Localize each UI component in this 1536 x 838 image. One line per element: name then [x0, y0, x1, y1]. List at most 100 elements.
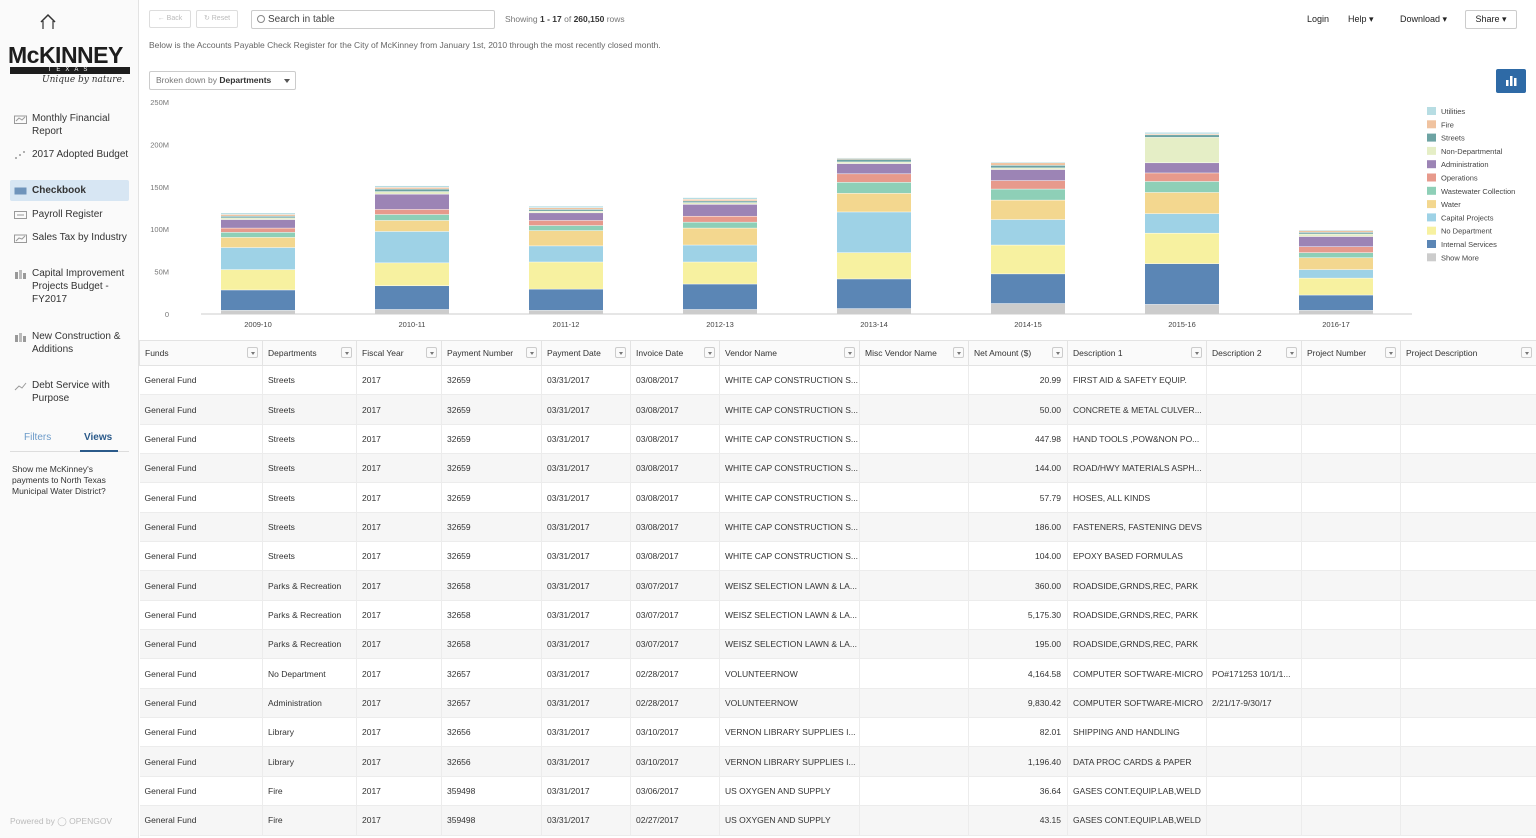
legend-label[interactable]: Show More	[1441, 253, 1479, 262]
legend-label[interactable]: Administration	[1441, 160, 1489, 169]
chart-toggle-button[interactable]	[1496, 69, 1526, 93]
bar-segment	[1145, 163, 1219, 173]
filter-dropdown-icon[interactable]	[1052, 347, 1063, 358]
search-input[interactable]: Search in table	[251, 10, 495, 29]
column-header[interactable]: Payment Number	[441, 340, 542, 366]
sidebar-item-checkbook[interactable]: Checkbook	[10, 180, 129, 201]
filter-dropdown-icon[interactable]	[341, 347, 352, 358]
column-header[interactable]: Description 1	[1067, 340, 1207, 366]
table-row[interactable]: General Fund Parks & Recreation 2017 32658 0…	[139, 570, 1536, 601]
table-row[interactable]: General Fund Administration 2017 32657 03/31…	[139, 688, 1536, 719]
filter-dropdown-icon[interactable]	[844, 347, 855, 358]
sidebar-item-2017-adopted-budget[interactable]: 2017 Adopted Budget	[10, 148, 129, 161]
table-cell: 32657	[441, 688, 542, 719]
table-cell	[859, 482, 969, 513]
column-header[interactable]: Payment Date	[541, 340, 631, 366]
filter-dropdown-icon[interactable]	[526, 347, 537, 358]
filter-dropdown-icon[interactable]	[247, 347, 258, 358]
tab-filters[interactable]: Filters	[24, 432, 51, 443]
table-row[interactable]: General Fund Library 2017 32656 03/31/2017 03…	[139, 717, 1536, 748]
column-header[interactable]: Misc Vendor Name	[859, 340, 969, 366]
column-header[interactable]: Project Number	[1301, 340, 1401, 366]
bar-segment	[375, 189, 449, 192]
bar-segment	[1299, 310, 1373, 314]
table-row[interactable]: General Fund Streets 2017 32659 03/31/2017 03…	[139, 424, 1536, 455]
mckinney-logo[interactable]: McKINNEY TEXAS Unique by nature.	[8, 12, 132, 88]
saved-view-link[interactable]: Show me McKinney's payments to North Tex…	[12, 464, 130, 497]
back-button[interactable]: ← Back	[149, 10, 191, 28]
reset-button[interactable]: ↻ Reset	[196, 10, 238, 28]
bar-segment	[375, 209, 449, 215]
column-header[interactable]: Project Description	[1400, 340, 1536, 366]
table-cell	[1400, 688, 1536, 719]
table-row[interactable]: General Fund Fire 2017 359498 03/31/2017 02/2…	[139, 805, 1536, 836]
column-header[interactable]: Net Amount ($)	[968, 340, 1068, 366]
table-row[interactable]: General Fund Streets 2017 32659 03/31/2017 03…	[139, 365, 1536, 396]
filter-dropdown-icon[interactable]	[615, 347, 626, 358]
legend-label[interactable]: Internal Services	[1441, 240, 1497, 249]
sidebar-item-payroll-register[interactable]: Payroll Register	[10, 208, 129, 221]
legend-label[interactable]: Operations	[1441, 174, 1478, 183]
sidebar-item-debt-service[interactable]: Debt Service with Purpose	[10, 379, 129, 405]
filter-dropdown-icon[interactable]	[1286, 347, 1297, 358]
legend-label[interactable]: No Department	[1441, 227, 1493, 236]
legend-label[interactable]: Utilities	[1441, 107, 1465, 116]
column-header[interactable]: Description 2	[1206, 340, 1302, 366]
column-header[interactable]: Funds	[139, 340, 263, 366]
sidebar-item-new-construction[interactable]: New Construction & Additions	[10, 330, 129, 356]
table-row[interactable]: General Fund Streets 2017 32659 03/31/2017 03…	[139, 394, 1536, 425]
sidebar-item-monthly-financial-report[interactable]: Monthly Financial Report	[10, 112, 129, 138]
table-cell: 2017	[356, 746, 442, 777]
download-menu[interactable]: Download ▾	[1400, 14, 1447, 25]
table-cell: 03/31/2017	[541, 541, 631, 572]
table-row[interactable]: General Fund Fire 2017 359498 03/31/2017 03/0…	[139, 776, 1536, 807]
table-cell: 2/21/17-9/30/17	[1206, 688, 1302, 719]
table-row[interactable]: General Fund Library 2017 32656 03/31/2017 03…	[139, 746, 1536, 777]
table-cell	[1400, 600, 1536, 631]
breakdown-dropdown[interactable]: Broken down by Departments	[149, 71, 296, 90]
table-cell	[859, 629, 969, 660]
bar-segment	[1145, 132, 1219, 134]
legend-label[interactable]: Fire	[1441, 120, 1454, 129]
powered-by-opengov[interactable]: Powered by ◯ OPENGOV	[10, 816, 112, 827]
tab-views[interactable]: Views	[84, 432, 112, 443]
table-cell: General Fund	[139, 541, 263, 572]
sidebar-item-capital-improvement[interactable]: Capital Improvement Projects Budget - FY…	[10, 267, 129, 306]
table-row[interactable]: General Fund Streets 2017 32659 03/31/2017 03…	[139, 512, 1536, 543]
legend-label[interactable]: Capital Projects	[1441, 213, 1494, 222]
table-cell: 03/08/2017	[630, 365, 720, 396]
bar-segment	[529, 208, 603, 210]
filter-dropdown-icon[interactable]	[953, 347, 964, 358]
y-tick-label: 50M	[154, 268, 169, 277]
bar-segment	[683, 204, 757, 216]
legend-label[interactable]: Streets	[1441, 134, 1465, 143]
chart-icon	[14, 234, 27, 243]
column-header[interactable]: Vendor Name	[719, 340, 860, 366]
filter-dropdown-icon[interactable]	[1191, 347, 1202, 358]
filter-dropdown-icon[interactable]	[1521, 347, 1532, 358]
table-row[interactable]: General Fund Streets 2017 32659 03/31/2017 03…	[139, 541, 1536, 572]
share-button[interactable]: Share ▾	[1465, 10, 1517, 29]
column-header[interactable]: Departments	[262, 340, 357, 366]
table-row[interactable]: General Fund Streets 2017 32659 03/31/2017 03…	[139, 482, 1536, 513]
legend-label[interactable]: Water	[1441, 200, 1461, 209]
filter-dropdown-icon[interactable]	[1385, 347, 1396, 358]
help-menu[interactable]: Help ▾	[1348, 14, 1374, 25]
table-cell: Streets	[262, 424, 357, 455]
page-description: Below is the Accounts Payable Check Regi…	[149, 40, 661, 50]
column-header[interactable]: Fiscal Year	[356, 340, 442, 366]
table-row[interactable]: General Fund Parks & Recreation 2017 32658 0…	[139, 629, 1536, 660]
table-row[interactable]: General Fund Parks & Recreation 2017 32658 0…	[139, 600, 1536, 631]
legend-label[interactable]: Wastewater Collection	[1441, 187, 1515, 196]
legend-label[interactable]: Non-Departmental	[1441, 147, 1503, 156]
login-link[interactable]: Login	[1307, 14, 1329, 24]
filter-dropdown-icon[interactable]	[704, 347, 715, 358]
table-row[interactable]: General Fund No Department 2017 32657 03/31/…	[139, 658, 1536, 689]
table-cell	[1301, 805, 1401, 836]
bar-segment	[1299, 269, 1373, 278]
filter-dropdown-icon[interactable]	[426, 347, 437, 358]
sidebar-item-sales-tax-by-industry[interactable]: Sales Tax by Industry	[10, 231, 129, 244]
table-row[interactable]: General Fund Streets 2017 32659 03/31/2017 03…	[139, 453, 1536, 484]
column-header[interactable]: Invoice Date	[630, 340, 720, 366]
breakdown-prefix: Broken down by	[156, 75, 217, 85]
